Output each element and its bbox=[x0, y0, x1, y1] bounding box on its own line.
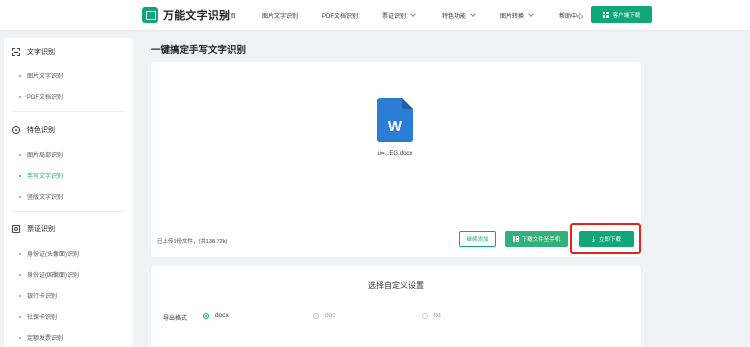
item-label: PDF文档识别 bbox=[27, 95, 64, 101]
brand-name: 万能文字识别 bbox=[163, 10, 231, 22]
feature-icon bbox=[12, 126, 20, 134]
item-label: 身份证(国徽面)识别 bbox=[27, 273, 79, 279]
upload-status-text: 已上传1份文件，(共138.72k) bbox=[157, 239, 228, 245]
nav-label: 图片文字识别 bbox=[262, 14, 299, 20]
word-document-icon[interactable]: W bbox=[377, 98, 413, 142]
brand-logo[interactable]: 万能文字识别 bbox=[142, 7, 230, 23]
option-label: txt bbox=[434, 312, 441, 319]
sidebar-item-bank-card[interactable]: 银行卡识别 bbox=[19, 291, 57, 300]
option-label: doc bbox=[325, 312, 336, 319]
radio-unchecked-icon bbox=[313, 312, 319, 319]
upload-result-card bbox=[151, 62, 641, 257]
item-label: 图片文字识别 bbox=[27, 74, 64, 80]
continue-add-button[interactable]: 继续添加 bbox=[459, 231, 496, 247]
sidebar-section-text-ocr[interactable]: 文字识别 bbox=[12, 47, 55, 57]
page-title: 一键搞定手写文字识别 bbox=[151, 45, 247, 56]
button-label: 立即下载 bbox=[599, 237, 622, 243]
sidebar-item-social-card[interactable]: 社保卡识别 bbox=[19, 312, 57, 321]
word-icon-letter: W bbox=[388, 118, 403, 135]
scan-text-icon bbox=[12, 48, 20, 56]
nav-pdf-ocr[interactable]: PDF文档识别 bbox=[322, 11, 358, 20]
chevron-down-icon bbox=[470, 11, 476, 17]
item-label: 定额发票识别 bbox=[27, 336, 64, 342]
nav-label: 首页 bbox=[224, 14, 237, 20]
chevron-down-icon bbox=[528, 11, 534, 17]
button-label: 客户端下载 bbox=[612, 12, 641, 19]
sidebar-item-vertical-ocr[interactable]: 竖版文字识别 bbox=[19, 192, 63, 201]
nav-features[interactable]: 特色功能 bbox=[442, 11, 476, 20]
sidebar-section-feature-ocr[interactable]: 特色识别 bbox=[12, 125, 55, 135]
client-download-button[interactable]: 客户端下载 bbox=[591, 6, 652, 23]
item-label: 图片局部识别 bbox=[27, 153, 64, 159]
settings-title: 选择自定义设置 bbox=[368, 281, 424, 290]
sidebar-item-handwriting-ocr[interactable]: 手写文字识别 bbox=[19, 171, 63, 180]
nav-help-center[interactable]: 帮助中心 bbox=[559, 11, 583, 20]
download-now-button[interactable]: ⤓ 立即下载 bbox=[579, 231, 634, 247]
app-logo-icon bbox=[142, 7, 158, 23]
item-label: 手写文字识别 bbox=[27, 174, 64, 180]
sidebar-item-id-back[interactable]: 身份证(国徽面)识别 bbox=[19, 270, 79, 279]
format-option-doc[interactable]: doc bbox=[313, 312, 335, 319]
divider bbox=[12, 211, 125, 212]
export-format-label: 导出格式 bbox=[163, 316, 188, 322]
sidebar-item-invoice[interactable]: 定额发票识别 bbox=[19, 333, 63, 342]
item-label: 社保卡识别 bbox=[27, 315, 58, 321]
option-label: docx bbox=[215, 312, 229, 319]
button-label: 继续添加 bbox=[466, 237, 489, 243]
chevron-down-icon bbox=[410, 11, 416, 17]
section-title: 票证识别 bbox=[27, 226, 55, 233]
nav-label: 特色功能 bbox=[442, 14, 467, 20]
nav-label: 票证识别 bbox=[382, 14, 407, 20]
section-title: 特色识别 bbox=[27, 127, 55, 134]
nav-ticket-ocr[interactable]: 票证识别 bbox=[382, 11, 416, 20]
file-name: u=...EG.docx bbox=[377, 151, 413, 157]
format-option-txt[interactable]: txt bbox=[422, 312, 441, 319]
section-title: 文字识别 bbox=[27, 49, 55, 56]
top-header: 万能文字识别 首页 图片文字识别 PDF文档识别 票证识别 特色功能 图片转换 … bbox=[0, 0, 750, 31]
radio-checked-icon bbox=[203, 312, 209, 319]
sidebar-item-partial-ocr[interactable]: 图片局部识别 bbox=[19, 150, 63, 159]
nav-home[interactable]: 首页 bbox=[224, 11, 236, 20]
nav-image-ocr[interactable]: 图片文字识别 bbox=[262, 11, 298, 20]
format-option-docx[interactable]: docx bbox=[203, 312, 229, 319]
item-label: 银行卡识别 bbox=[27, 294, 58, 300]
settings-card bbox=[151, 266, 641, 347]
windows-icon bbox=[602, 11, 609, 18]
sidebar-section-ticket-ocr[interactable]: 票证识别 bbox=[12, 224, 55, 234]
nav-label: PDF文档识别 bbox=[322, 14, 359, 20]
sidebar-item-image-ocr[interactable]: 图片文字识别 bbox=[19, 71, 63, 80]
id-card-icon bbox=[12, 225, 20, 233]
nav-label: 帮助中心 bbox=[559, 14, 584, 20]
item-label: 竖版文字识别 bbox=[27, 195, 64, 201]
qr-code-icon bbox=[512, 236, 519, 242]
download-icon: ⤓ bbox=[591, 235, 596, 243]
nav-label: 图片转换 bbox=[500, 14, 525, 20]
download-to-phone-button[interactable]: 下载文件至手机 bbox=[505, 231, 568, 247]
divider bbox=[12, 111, 125, 112]
button-label: 下载文件至手机 bbox=[521, 237, 561, 243]
item-label: 身份证(头像面)识别 bbox=[27, 252, 79, 258]
sidebar: 文字识别 图片文字识别 PDF文档识别 特色识别 图片局部识别 手写文字识别 竖… bbox=[4, 38, 133, 347]
nav-image-convert[interactable]: 图片转换 bbox=[500, 11, 534, 20]
sidebar-item-id-front[interactable]: 身份证(头像面)识别 bbox=[19, 249, 79, 258]
radio-unchecked-icon bbox=[422, 312, 428, 319]
sidebar-item-pdf-ocr[interactable]: PDF文档识别 bbox=[19, 92, 63, 101]
